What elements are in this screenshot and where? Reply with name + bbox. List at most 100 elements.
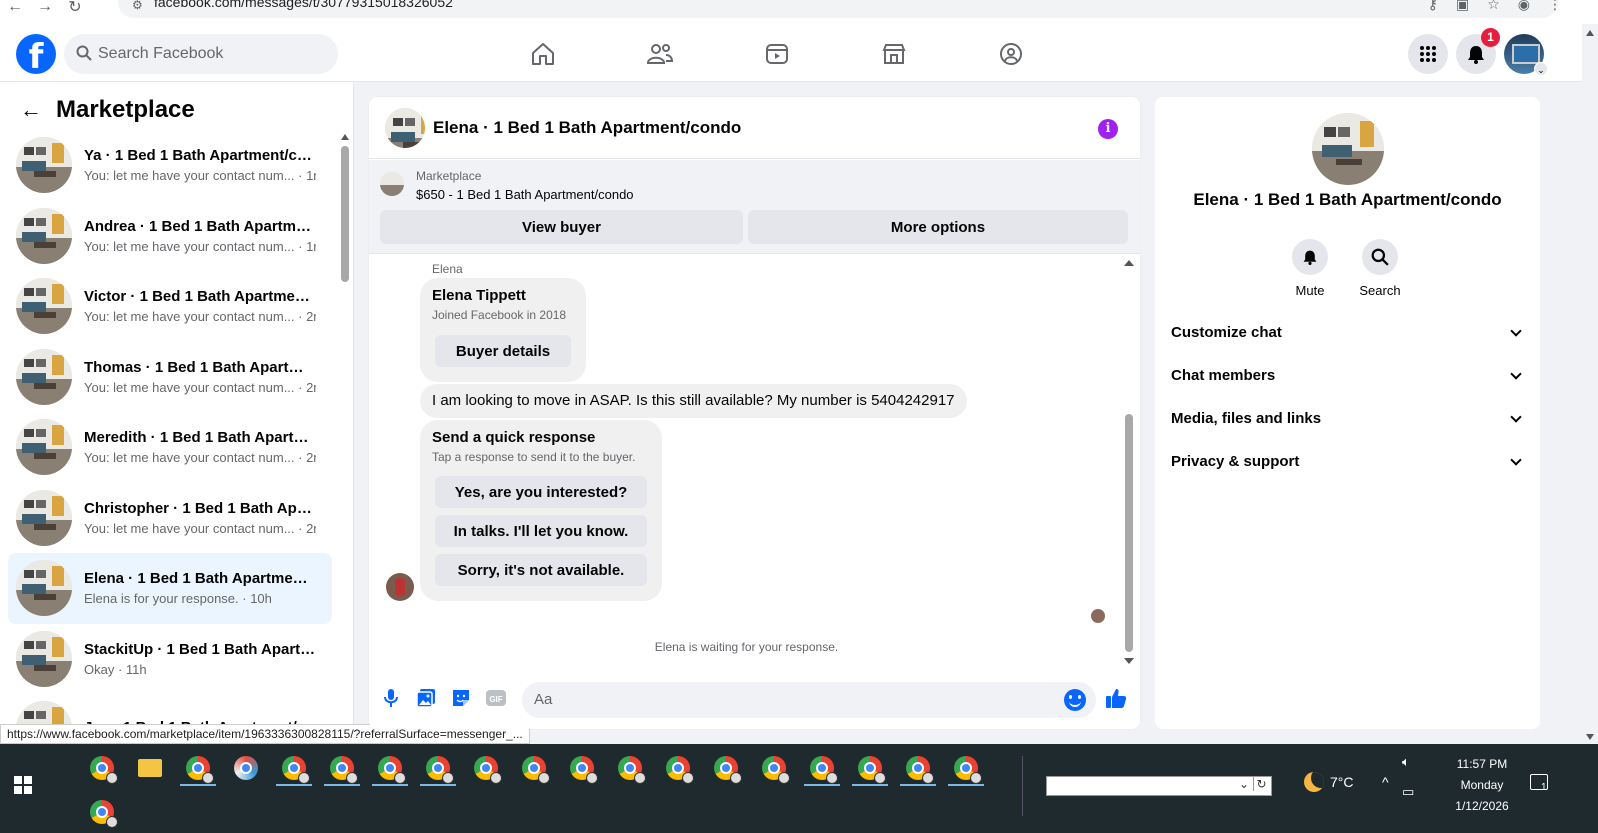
facebook-logo-icon[interactable]: f [16,34,56,74]
chat-listing-thumbnail[interactable] [385,107,425,148]
menu-kebab-icon[interactable]: ⋮ [1548,0,1562,13]
chrome-window-icon[interactable] [370,750,410,786]
friends-tab[interactable] [601,28,718,80]
notifications-button[interactable]: 1 [1456,28,1500,74]
chrome-window-icon[interactable] [802,750,842,786]
listing-price-title[interactable]: $650 - 1 Bed 1 Bath Apartment/condo [416,187,634,202]
refresh-icon[interactable]: ↻ [1253,777,1269,791]
mute-button[interactable]: Mute [1291,239,1329,298]
voice-clip-button[interactable] [380,687,402,709]
chat-scrollbar[interactable] [1124,260,1134,668]
privacy-support-item[interactable]: Privacy & support [1155,440,1540,483]
conversation-item[interactable]: StackitUp · 1 Bed 1 Bath Apartm... Okay ·… [8,624,332,695]
scroll-down-arrow-icon[interactable] [1124,658,1134,664]
conversation-item[interactable]: Victor · 1 Bed 1 Bath Apartment/... You: … [8,271,332,342]
scroll-up-arrow-icon[interactable] [1586,30,1594,36]
attach-photo-button[interactable] [415,687,437,709]
conversation-item[interactable]: Meredith · 1 Bed 1 Bath Apartme... You: l… [8,412,332,483]
conversation-item[interactable]: Andrea · 1 Bed 1 Bath Apartment... You: l… [8,201,332,272]
chevron-down-icon[interactable]: ⌄ [1534,62,1548,76]
forward-arrow-icon[interactable]: → [30,0,60,16]
chrome-window-icon[interactable] [850,750,890,786]
chrome-window-icon[interactable] [82,794,122,830]
chrome-window-icon[interactable] [658,750,698,786]
page-scrollbar[interactable] [1582,24,1598,744]
network-icon[interactable]: ▭ [1402,784,1414,800]
emoji-icon[interactable] [1064,689,1086,711]
password-key-icon[interactable]: ⚷ [1428,0,1438,13]
volume-icon[interactable]: 🔈︎ [1402,754,1414,770]
video-tab[interactable] [718,28,835,80]
gif-button[interactable]: GIF [485,687,507,709]
grid-menu-icon [1420,46,1436,62]
friends-icon [646,44,673,64]
profile-icon[interactable]: ◉ [1518,0,1530,13]
dropdown-arrow-icon[interactable]: ⌄ [1239,777,1249,791]
windows-start-icon[interactable] [14,776,32,794]
chrome-window-icon[interactable] [418,750,458,786]
view-buyer-button[interactable]: View buyer [380,210,743,244]
back-arrow-icon[interactable]: ← [0,0,30,16]
sender-avatar[interactable] [386,573,414,601]
menu-item-label: Chat members [1171,367,1276,384]
chrome-window-icon[interactable] [466,750,506,786]
quick-response-yes-button[interactable]: Yes, are you interested? [435,476,647,508]
chrome-window-icon[interactable] [514,750,554,786]
send-like-button[interactable] [1105,687,1127,709]
taskbar-address-input[interactable]: ⌄ ↻ [1046,776,1272,796]
chrome-window-icon[interactable] [562,750,602,786]
scroll-up-arrow-icon[interactable] [1124,260,1134,266]
sidebar-scrollbar[interactable] [341,134,349,734]
conversation-item[interactable]: Ya · 1 Bed 1 Bath Apartment/con... You: l… [8,130,332,201]
conversation-item[interactable]: Christopher · 1 Bed 1 Bath Apart... You: … [8,483,332,554]
quick-response-in-talks-button[interactable]: In talks. I'll let you know. [435,515,647,547]
chrome-window-icon[interactable] [898,750,938,786]
reload-icon[interactable]: ↻ [60,0,90,17]
chrome-window-icon[interactable] [178,750,218,786]
menu-grid-button[interactable] [1408,34,1448,74]
sticker-button[interactable] [450,687,472,709]
conversation-item[interactable]: Elena · 1 Bed 1 Bath Apartment/c... Elena… [8,553,332,624]
marketplace-tab[interactable] [835,28,952,80]
listing-thumbnail [16,207,72,264]
site-info-icon[interactable]: ⚙ [132,0,143,12]
home-tab[interactable] [484,28,601,80]
listing-thumbnail[interactable] [380,172,404,196]
info-icon[interactable]: i [1098,119,1118,139]
tray-expand-icon[interactable]: ^ [1382,774,1389,790]
scrollbar-thumb[interactable] [341,146,349,282]
chrome-window-icon[interactable] [322,750,362,786]
more-options-button[interactable]: More options [748,210,1128,244]
scrollbar-thumb[interactable] [1125,414,1133,652]
bookmark-star-icon[interactable]: ☆ [1487,0,1500,13]
conversation-item[interactable]: Thomas · 1 Bed 1 Bath Apartmen... You: le… [8,342,332,413]
quick-response-not-available-button[interactable]: Sorry, it's not available. [435,554,647,586]
address-bar[interactable]: ⚙ facebook.com/messages/t/30779315018326… [118,0,1558,18]
scroll-down-arrow-icon[interactable] [1586,734,1594,740]
chrome-window-icon[interactable] [946,750,986,786]
search-facebook-input[interactable]: Search Facebook [64,34,338,74]
back-arrow-icon[interactable]: ← [20,97,42,123]
weather-widget[interactable]: 7°C [1304,772,1354,792]
file-explorer-icon[interactable] [130,750,170,786]
buyer-details-button[interactable]: Buyer details [435,335,571,367]
conversation-name: Andrea · 1 Bed 1 Bath Apartment... [84,217,316,235]
chat-title[interactable]: Elena · 1 Bed 1 Bath Apartment/condo [433,118,741,138]
chrome-window-icon[interactable] [82,750,122,786]
groups-tab[interactable] [952,28,1069,80]
message-input[interactable]: Aa [522,682,1096,718]
chrome-window-icon[interactable] [754,750,794,786]
media-files-links-item[interactable]: Media, files and links [1155,397,1540,440]
paint-tool-icon[interactable] [226,750,266,786]
customize-chat-item[interactable]: Customize chat [1155,311,1540,354]
chrome-window-icon[interactable] [706,750,746,786]
chat-header: Elena · 1 Bed 1 Bath Apartment/condo i [369,97,1140,159]
chrome-window-icon[interactable] [610,750,650,786]
chat-members-item[interactable]: Chat members [1155,354,1540,397]
scroll-up-arrow-icon[interactable] [341,134,349,140]
chrome-window-icon[interactable] [274,750,314,786]
search-in-chat-button[interactable]: Search [1359,239,1401,298]
install-app-icon[interactable]: ▣ [1456,0,1469,13]
system-clock[interactable]: 11:57 PM Monday 1/12/2026 [1446,754,1518,817]
chat-profile-thumbnail[interactable] [1312,113,1384,185]
